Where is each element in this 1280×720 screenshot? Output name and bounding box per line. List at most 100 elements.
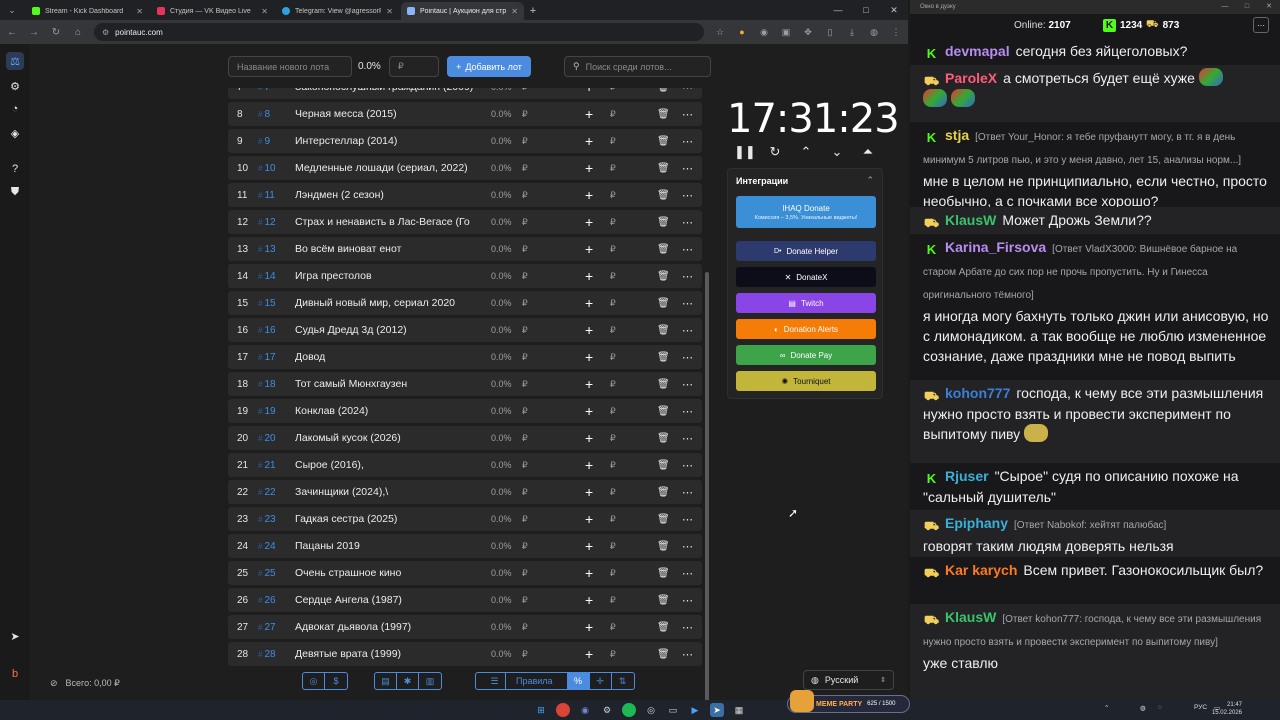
tourniquet-button[interactable]: ✺ Tourniquet [736, 371, 876, 391]
donatex-button[interactable]: ✕ DonateX [736, 267, 876, 287]
lot-name[interactable]: Гадкая сестра (2025) [295, 513, 475, 525]
lot-fast-id[interactable]: #20 [258, 433, 276, 444]
more-options-icon[interactable]: ⋯ [682, 324, 693, 337]
lot-fast-id[interactable]: #24 [258, 541, 276, 552]
chat-username[interactable]: devmapal [945, 43, 1010, 59]
delete-lot-icon[interactable]: 🗑 [657, 487, 670, 498]
delete-lot-icon[interactable]: 🗑 [657, 190, 670, 201]
app-icon[interactable]: ▦ [732, 703, 746, 717]
add-amount-icon[interactable]: + [585, 322, 593, 338]
add-amount-icon[interactable]: + [585, 187, 593, 203]
app-icon[interactable]: ▶ [688, 703, 702, 717]
input-language[interactable]: РУС [1194, 704, 1207, 711]
add-amount-icon[interactable]: + [585, 133, 593, 149]
spotify-icon[interactable] [622, 703, 636, 717]
chat-username[interactable]: kohon777 [945, 385, 1010, 401]
delete-lot-icon[interactable]: 🗑 [657, 622, 670, 633]
settings-gear-icon[interactable]: ⚙ [6, 77, 24, 95]
lot-fast-id[interactable]: #11 [258, 190, 275, 201]
lot-add-amount-input[interactable]: ₽ [610, 217, 616, 228]
lot-name[interactable]: Интерстеллар (2014) [295, 135, 475, 147]
telegram-app-icon[interactable]: ➤ [710, 703, 724, 717]
tray-chevron-icon[interactable]: ⌃ [1104, 704, 1109, 712]
lot-row[interactable]: 25 #25 Очень страшное кино 0.0% ₽ + ₽ 🗑 ⋯ [228, 561, 702, 585]
wheel-chart-icon[interactable]: ◔ [6, 100, 24, 118]
close-tab-icon[interactable]: ✕ [261, 7, 268, 16]
pause-icon[interactable]: ❚❚ [734, 144, 756, 160]
lot-add-amount-input[interactable]: ₽ [610, 406, 616, 417]
donation-alerts-button[interactable]: ◐ Donation Alerts [736, 319, 876, 339]
lot-name[interactable]: Довод [295, 351, 475, 363]
more-options-icon[interactable]: ⋯ [682, 189, 693, 202]
lot-add-amount-input[interactable]: ₽ [610, 109, 616, 120]
browser-tab[interactable]: Telegram: View @agressorR23 ✕ [276, 2, 399, 20]
extension-icon[interactable]: ▣ [780, 27, 792, 38]
lot-fast-id[interactable]: #22 [258, 487, 276, 498]
add-lot-button[interactable]: + Добавить лот [447, 56, 531, 77]
more-options-icon[interactable]: ⋯ [682, 108, 693, 121]
add-amount-icon[interactable]: + [585, 646, 593, 662]
lot-name[interactable]: Страх и ненависть в Лас-Вегасе (Го [295, 216, 475, 228]
add-amount-icon[interactable]: + [585, 565, 593, 581]
lot-add-amount-input[interactable]: ₽ [610, 325, 616, 336]
lot-add-amount-input[interactable]: ₽ [610, 460, 616, 471]
extensions-puzzle-icon[interactable]: ✥ [802, 27, 814, 38]
lot-row[interactable]: 7 #7 Законопослушный гражданин (2009) 0.0% ₽… [228, 88, 702, 99]
lot-row[interactable]: 12 #12 Страх и ненависть в Лас-Вегасе (Го 0… [228, 210, 702, 234]
lot-fast-id[interactable]: #7 [258, 88, 270, 93]
more-options-icon[interactable]: ⋯ [682, 432, 693, 445]
more-options-icon[interactable]: ⋯ [682, 405, 693, 418]
lot-name[interactable]: Сырое (2016), [295, 459, 475, 471]
layers-icon[interactable]: ◈ [6, 124, 24, 142]
lot-add-amount-input[interactable]: ₽ [610, 541, 616, 552]
add-amount-icon[interactable]: + [585, 403, 593, 419]
donate-pay-button[interactable]: ∞ Donate Pay [736, 345, 876, 365]
save-icon[interactable]: ▤ [375, 673, 397, 689]
add-amount-icon[interactable]: + [585, 484, 593, 500]
lot-row[interactable]: 9 #9 Интерстеллар (2014) 0.0% ₽ + ₽ 🗑 ⋯ [228, 129, 702, 153]
lot-name[interactable]: Лакомый кусок (2026) [295, 432, 475, 444]
bookmark-star-icon[interactable]: ☆ [714, 27, 726, 38]
more-options-icon[interactable]: ⋯ [682, 270, 693, 283]
lot-fast-id[interactable]: #28 [258, 649, 276, 660]
lot-add-amount-input[interactable]: ₽ [610, 487, 616, 498]
lot-name[interactable]: Во всём виноват енот [295, 243, 475, 255]
compact-view-icon[interactable]: ✛ [590, 673, 612, 689]
add-amount-icon[interactable]: + [585, 538, 593, 554]
url-field[interactable]: ⚙ pointauc.com [94, 23, 704, 41]
lot-fast-id[interactable]: #12 [258, 217, 276, 228]
lot-fast-id[interactable]: #13 [258, 244, 276, 255]
lot-add-amount-input[interactable]: ₽ [610, 88, 616, 93]
discord-icon[interactable]: ◉ [578, 703, 592, 717]
lot-fast-id[interactable]: #9 [258, 136, 270, 147]
lot-name[interactable]: Адвокат дьявола (1997) [295, 621, 475, 633]
lot-add-amount-input[interactable]: ₽ [610, 514, 616, 525]
more-options-icon[interactable]: ⋯ [682, 297, 693, 310]
lot-add-amount-input[interactable]: ₽ [610, 649, 616, 660]
add-amount-icon[interactable]: + [585, 214, 593, 230]
lot-row[interactable]: 24 #24 Пацаны 2019 0.0% ₽ + ₽ 🗑 ⋯ [228, 534, 702, 558]
github-icon[interactable]: ◎ [303, 673, 325, 689]
add-time-icon[interactable]: ⌃ [796, 144, 816, 160]
add-amount-icon[interactable]: + [585, 457, 593, 473]
lot-add-amount-input[interactable]: ₽ [610, 379, 616, 390]
lot-add-amount-input[interactable]: ₽ [610, 298, 616, 309]
lot-fast-id[interactable]: #26 [258, 595, 276, 606]
help-icon[interactable]: ? [6, 160, 24, 178]
delete-lot-icon[interactable]: 🗑 [657, 433, 670, 444]
profile-icon[interactable]: ◍ [868, 27, 880, 38]
lot-row[interactable]: 13 #13 Во всём виноват енот 0.0% ₽ + ₽ 🗑 ⋯ [228, 237, 702, 261]
lot-row[interactable]: 18 #18 Тот самый Мюнхгаузен 0.0% ₽ + ₽ 🗑 ⋯ [228, 372, 702, 396]
close-tab-icon[interactable]: ✕ [136, 7, 143, 16]
lot-name[interactable]: Медленные лошади (сериал, 2022) [295, 162, 475, 174]
add-amount-icon[interactable]: + [585, 106, 593, 122]
lot-fast-id[interactable]: #19 [258, 406, 276, 417]
lot-fast-id[interactable]: #16 [258, 325, 276, 336]
lot-row[interactable]: 23 #23 Гадкая сестра (2025) 0.0% ₽ + ₽ 🗑 ⋯ [228, 507, 702, 531]
language-select[interactable]: ◍ Русский ⇕ [803, 670, 894, 690]
lot-row[interactable]: 26 #26 Сердце Ангела (1987) 0.0% ₽ + ₽ 🗑 ⋯ [228, 588, 702, 612]
more-options-icon[interactable]: ⋯ [682, 540, 693, 553]
delete-lot-icon[interactable]: 🗑 [657, 88, 670, 93]
clock[interactable]: 21:47 15.02.2026 [1212, 701, 1242, 717]
delete-lot-icon[interactable]: 🗑 [657, 352, 670, 363]
